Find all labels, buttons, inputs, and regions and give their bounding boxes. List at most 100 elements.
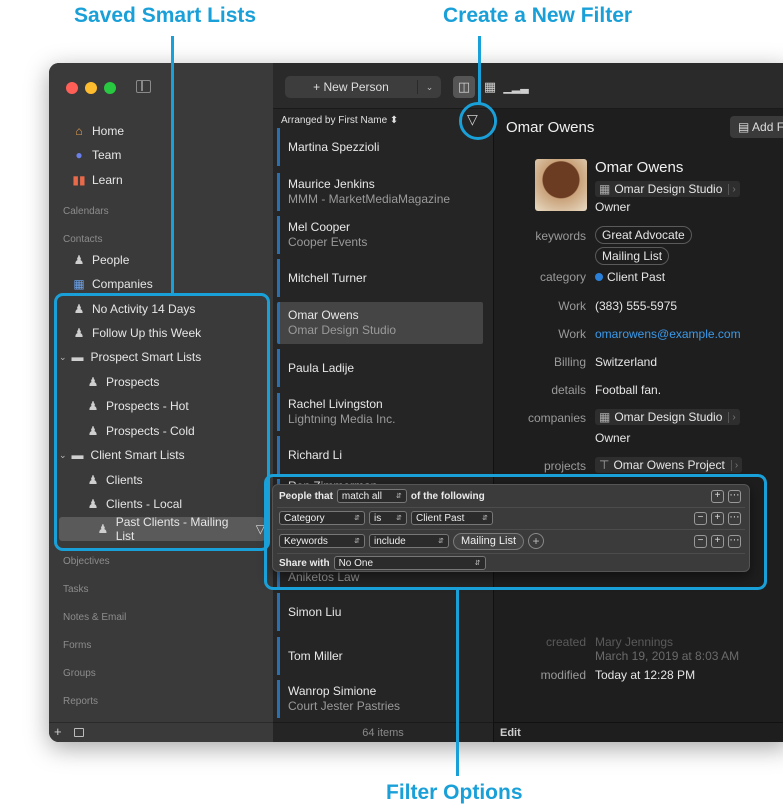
projects-label: projects [543,459,586,473]
add-button-label: Add F [752,120,783,134]
details-value: Football fan. [595,383,662,397]
list-item[interactable]: Martina Spezzioli [277,128,483,166]
sidebar-item-label: People [92,253,130,267]
close-window-button[interactable] [66,82,78,94]
highlight-saved-smart-lists [54,293,270,551]
modified-value: Today at 12:28 PM [595,668,696,682]
calendar-icon[interactable] [74,728,84,737]
company-chip[interactable]: ▦ Omar Design Studio › [595,181,740,197]
building-icon: ▦ [73,277,85,291]
section-groups[interactable]: Groups [63,668,96,679]
company-icon: ▦ [599,410,611,424]
callout-line-saved [171,36,174,294]
work-phone[interactable]: (383) 555-5975 [595,299,677,313]
callout-line-options [456,590,459,776]
list-item[interactable]: Maurice Jenkins MMM - MarketMediaMagazine [277,173,483,211]
keywords-label: keywords [535,229,586,243]
minimize-window-button[interactable] [85,82,97,94]
toolbar: + New Person ⌄ ◫ ▦ ▁▂▃ [273,63,783,109]
list-item[interactable]: Tom Miller [277,637,483,675]
sort-selector[interactable]: Arranged by First Name ⬍ [281,115,398,126]
sidebar-item-people[interactable]: ♟ People [49,248,273,272]
work-email[interactable]: omarowens@example.com [595,327,741,341]
list-item[interactable]: Simon Liu [277,593,483,631]
list-item[interactable]: Wanrop Simione Court Jester Pastries [277,680,483,718]
contact-role: Owner [595,200,631,214]
zoom-window-button[interactable] [104,82,116,94]
new-person-button[interactable]: + New Person ⌄ [285,76,441,98]
companies-label: companies [527,411,586,425]
new-person-label: + New Person [285,80,418,94]
person-icon: ♟ [73,253,85,267]
section-calendars[interactable]: Calendars [63,206,109,217]
sidebar-item-home[interactable]: ⌂ Home [49,119,273,143]
chevron-right-icon: › [730,459,738,471]
sidebar-toggle-icon[interactable] [136,80,151,93]
keyword-pill[interactable]: Mailing List [595,247,670,265]
sidebar-item-learn[interactable]: ▮▮ Learn [49,168,273,192]
add-icon[interactable]: + [54,724,62,739]
modified-label: modified [540,668,586,682]
contact-name: Paula Ladije [288,360,355,375]
contact-name: Mel Cooper [288,220,351,234]
list-item[interactable]: Rachel Livingston Lightning Media Inc. [277,393,483,431]
details-label: details [551,383,586,397]
contact-name: Rachel Livingston [288,397,383,411]
sidebar-footer: + [49,722,273,742]
callout-filter-options: Filter Options [386,781,523,804]
list-item[interactable]: Paula Ladije [277,349,483,387]
contact-list: Arranged by First Name ⬍ ▽ Martina Spezz… [273,109,493,742]
add-button[interactable]: ▤ Add F [730,116,783,138]
keyword-pill[interactable]: Great Advocate [595,226,692,244]
contact-name: Tom Miller [288,648,343,663]
sidebar-item-label: Home [92,124,125,138]
list-item-selected[interactable]: Omar Owens Omar Design Studio [277,302,483,344]
project-chip[interactable]: ⊤ Omar Owens Project › [595,457,743,473]
contact-name: Richard Li [288,447,343,462]
section-contacts[interactable]: Contacts [63,234,102,245]
chart-view-icon[interactable]: ▁▂▃ [503,76,528,98]
contact-name: Maurice Jenkins [288,177,375,191]
contact-company: Cooper Events [288,235,368,249]
contact-name: Martina Spezzioli [288,139,380,154]
project-name: Omar Owens Project [613,458,725,472]
callout-line-filter [478,36,481,104]
books-icon: ▮▮ [72,173,86,187]
company-name: Omar Design Studio [614,182,723,196]
contact-name: Simon Liu [288,604,342,619]
table-view-icon[interactable]: ▦ [479,76,501,98]
house-icon: ⌂ [75,124,83,138]
work-phone-label: Work [558,299,586,313]
chevron-down-icon[interactable]: ⌄ [418,82,441,93]
section-objectives[interactable]: Objectives [63,556,110,567]
list-item[interactable]: Mitchell Turner [277,259,483,297]
split-view-icon[interactable]: ◫ [453,76,475,98]
sidebar-item-label: Learn [92,173,123,187]
team-icon: ● [75,148,83,162]
section-reports[interactable]: Reports [63,696,98,707]
created-label: created [545,635,586,649]
created-date: March 19, 2019 at 8:03 AM [595,649,740,663]
edit-button[interactable]: Edit [494,722,783,742]
company-chip[interactable]: ▦ Omar Design Studio › [595,409,740,425]
item-count: 64 items [273,722,493,742]
contact-full-name: Omar Owens [595,159,684,176]
category-label: category [539,270,586,284]
contact-company: Court Jester Pastries [288,699,401,713]
companies-role: Owner [595,431,631,445]
company-icon: ▦ [599,182,611,196]
category-dot-icon [595,273,603,281]
work-email-label: Work [558,327,586,341]
callout-create-filter: Create a New Filter [443,4,633,27]
list-item[interactable]: Richard Li [277,436,483,474]
list-item[interactable]: Mel Cooper Cooper Events [277,216,483,254]
avatar [535,159,587,211]
section-tasks[interactable]: Tasks [63,584,89,595]
billing-address[interactable]: Switzerland [595,355,657,369]
company-name: Omar Design Studio [614,410,723,424]
section-notes-email[interactable]: Notes & Email [63,612,126,623]
highlight-filter-options [264,474,767,590]
sidebar-item-team[interactable]: ● Team [49,143,273,167]
section-forms[interactable]: Forms [63,640,91,651]
category-value: Client Past [595,270,665,284]
